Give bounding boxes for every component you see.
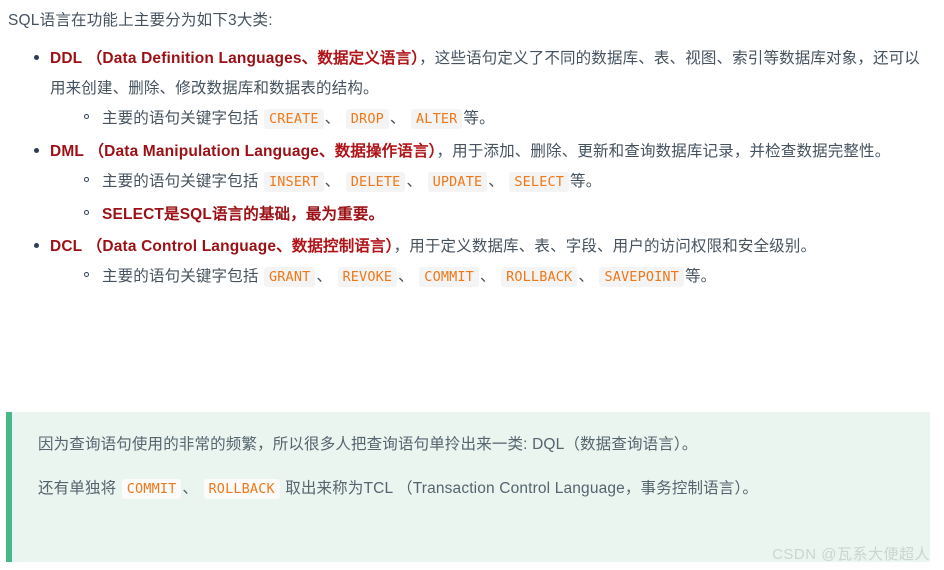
dcl-keywords-prefix: 主要的语句关键字包括 bbox=[102, 268, 259, 285]
dcl-keywords-suffix: 等。 bbox=[684, 268, 717, 285]
sep: 、 bbox=[182, 480, 199, 497]
code-chip-alter: ALTER bbox=[411, 109, 463, 129]
code-chip-grant: GRANT bbox=[263, 267, 316, 287]
callout-paragraph-1: 因为查询语句使用的非常的频繁，所以很多人把查询语句单拎出来一类: DQL（数据查… bbox=[38, 436, 698, 453]
dml-abbr: DML bbox=[50, 143, 85, 160]
sep: 、 bbox=[389, 110, 406, 127]
dcl-paragraph: DCL （Data Control Language、数据控制语言），用于定义数… bbox=[50, 232, 934, 262]
ddl-title-cn: 数据定义语言） bbox=[317, 50, 420, 67]
sep: 、 bbox=[316, 268, 333, 285]
sep: 、 bbox=[578, 268, 594, 285]
dml-sublist: 主要的语句关键字包括 INSERT、 DELETE、 UPDATE、 SELEC… bbox=[50, 167, 934, 229]
code-chip-commit: COMMIT bbox=[419, 267, 479, 287]
ddl-keywords-suffix: 等。 bbox=[463, 110, 495, 127]
dml-title-en: （Data Manipulation Language、 bbox=[88, 143, 335, 160]
dml-title-cn: 数据操作语言） bbox=[334, 143, 437, 160]
list-item-ddl: DDL （Data Definition Languages、数据定义语言），这… bbox=[34, 44, 934, 134]
dcl-keywords-line: 主要的语句关键字包括 GRANT、 REVOKE、 COMMIT、 ROLLBA… bbox=[102, 267, 717, 287]
dcl-title-en: （Data Control Language、 bbox=[86, 238, 292, 255]
dml-emphasis-item: SELECT是SQL语言的基础，最为重要。 bbox=[84, 200, 934, 229]
code-chip-select: SELECT bbox=[509, 172, 570, 192]
code-chip-update: UPDATE bbox=[427, 172, 488, 192]
code-chip-commit-note: COMMIT bbox=[121, 479, 182, 499]
dcl-keywords-item: 主要的语句关键字包括 GRANT、 REVOKE、 COMMIT、 ROLLBA… bbox=[84, 262, 934, 292]
callout-p2-post: 取出来称为TCL （Transaction Control Language，事… bbox=[285, 480, 758, 497]
sep: 、 bbox=[324, 110, 341, 127]
sep: 、 bbox=[324, 173, 341, 190]
code-chip-savepoint: SAVEPOINT bbox=[599, 267, 684, 287]
dml-keywords-line: 主要的语句关键字包括 INSERT、 DELETE、 UPDATE、 SELEC… bbox=[102, 172, 602, 192]
dml-body: ，用于添加、删除、更新和查询数据库记录，并检查数据完整性。 bbox=[436, 143, 891, 160]
dml-paragraph: DML （Data Manipulation Language、数据操作语言），… bbox=[50, 137, 934, 167]
callout-p2-pre: 还有单独将 bbox=[38, 480, 117, 497]
dml-emphasis-text: SELECT是SQL语言的基础，最为重要。 bbox=[102, 206, 385, 223]
list-item-dml: DML （Data Manipulation Language、数据操作语言），… bbox=[34, 137, 934, 229]
sep: 、 bbox=[406, 173, 423, 190]
code-chip-drop: DROP bbox=[345, 109, 389, 129]
dml-keywords-item: 主要的语句关键字包括 INSERT、 DELETE、 UPDATE、 SELEC… bbox=[84, 167, 934, 197]
code-chip-insert: INSERT bbox=[263, 172, 324, 192]
ddl-sublist: 主要的语句关键字包括 CREATE、 DROP、 ALTER 等。 bbox=[50, 104, 934, 134]
code-chip-create: CREATE bbox=[263, 109, 324, 129]
code-chip-revoke: REVOKE bbox=[337, 267, 398, 287]
ddl-paragraph: DDL （Data Definition Languages、数据定义语言），这… bbox=[50, 44, 934, 104]
list-item-dcl: DCL （Data Control Language、数据控制语言），用于定义数… bbox=[34, 232, 934, 292]
ddl-keywords-line: 主要的语句关键字包括 CREATE、 DROP、 ALTER 等。 bbox=[102, 109, 495, 129]
sep: 、 bbox=[488, 173, 504, 190]
dcl-abbr: DCL bbox=[50, 238, 83, 255]
ddl-abbr: DDL bbox=[50, 50, 83, 67]
ddl-keywords-prefix: 主要的语句关键字包括 bbox=[102, 110, 259, 127]
sep: 、 bbox=[398, 268, 414, 285]
sql-category-list: DDL （Data Definition Languages、数据定义语言），这… bbox=[6, 44, 934, 292]
sep: 、 bbox=[479, 268, 496, 285]
ddl-title-en: （Data Definition Languages、 bbox=[86, 50, 318, 67]
dml-keywords-prefix: 主要的语句关键字包括 bbox=[102, 173, 259, 190]
code-chip-rollback-note: ROLLBACK bbox=[203, 479, 280, 499]
callout-paragraph-2: 还有单独将 COMMIT、 ROLLBACK 取出来称为TCL （Transac… bbox=[38, 474, 908, 504]
dml-keywords-suffix: 等。 bbox=[570, 173, 602, 190]
dcl-sublist: 主要的语句关键字包括 GRANT、 REVOKE、 COMMIT、 ROLLBA… bbox=[50, 262, 934, 292]
code-chip-rollback: ROLLBACK bbox=[501, 267, 578, 287]
ddl-keywords-item: 主要的语句关键字包括 CREATE、 DROP、 ALTER 等。 bbox=[84, 104, 934, 134]
code-chip-delete: DELETE bbox=[345, 172, 406, 192]
dcl-body: ，用于定义数据库、表、字段、用户的访问权限和安全级别。 bbox=[393, 238, 817, 255]
dcl-title-cn: 数据控制语言） bbox=[291, 238, 394, 255]
document-page: SQL语言在功能上主要分为如下3大类: DDL （Data Definition… bbox=[0, 0, 944, 570]
note-callout: 因为查询语句使用的非常的频繁，所以很多人把查询语句单拎出来一类: DQL（数据查… bbox=[6, 412, 930, 562]
intro-line: SQL语言在功能上主要分为如下3大类: bbox=[8, 12, 273, 29]
csdn-watermark: CSDN @瓦系大便超人 bbox=[772, 546, 930, 563]
